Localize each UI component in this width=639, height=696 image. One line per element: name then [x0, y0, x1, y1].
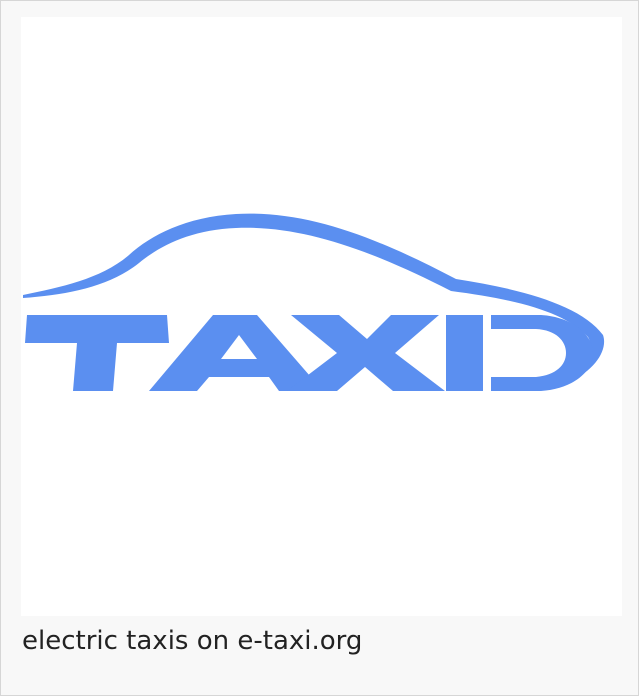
letter-t — [25, 315, 169, 391]
letter-a — [149, 315, 323, 391]
image-card: electric taxis on e-taxi.org — [0, 0, 639, 696]
taxi-logo — [23, 213, 605, 391]
letter-i — [446, 315, 483, 391]
image-frame[interactable] — [21, 17, 622, 616]
letter-x — [287, 315, 445, 391]
image-caption: electric taxis on e-taxi.org — [22, 626, 363, 656]
